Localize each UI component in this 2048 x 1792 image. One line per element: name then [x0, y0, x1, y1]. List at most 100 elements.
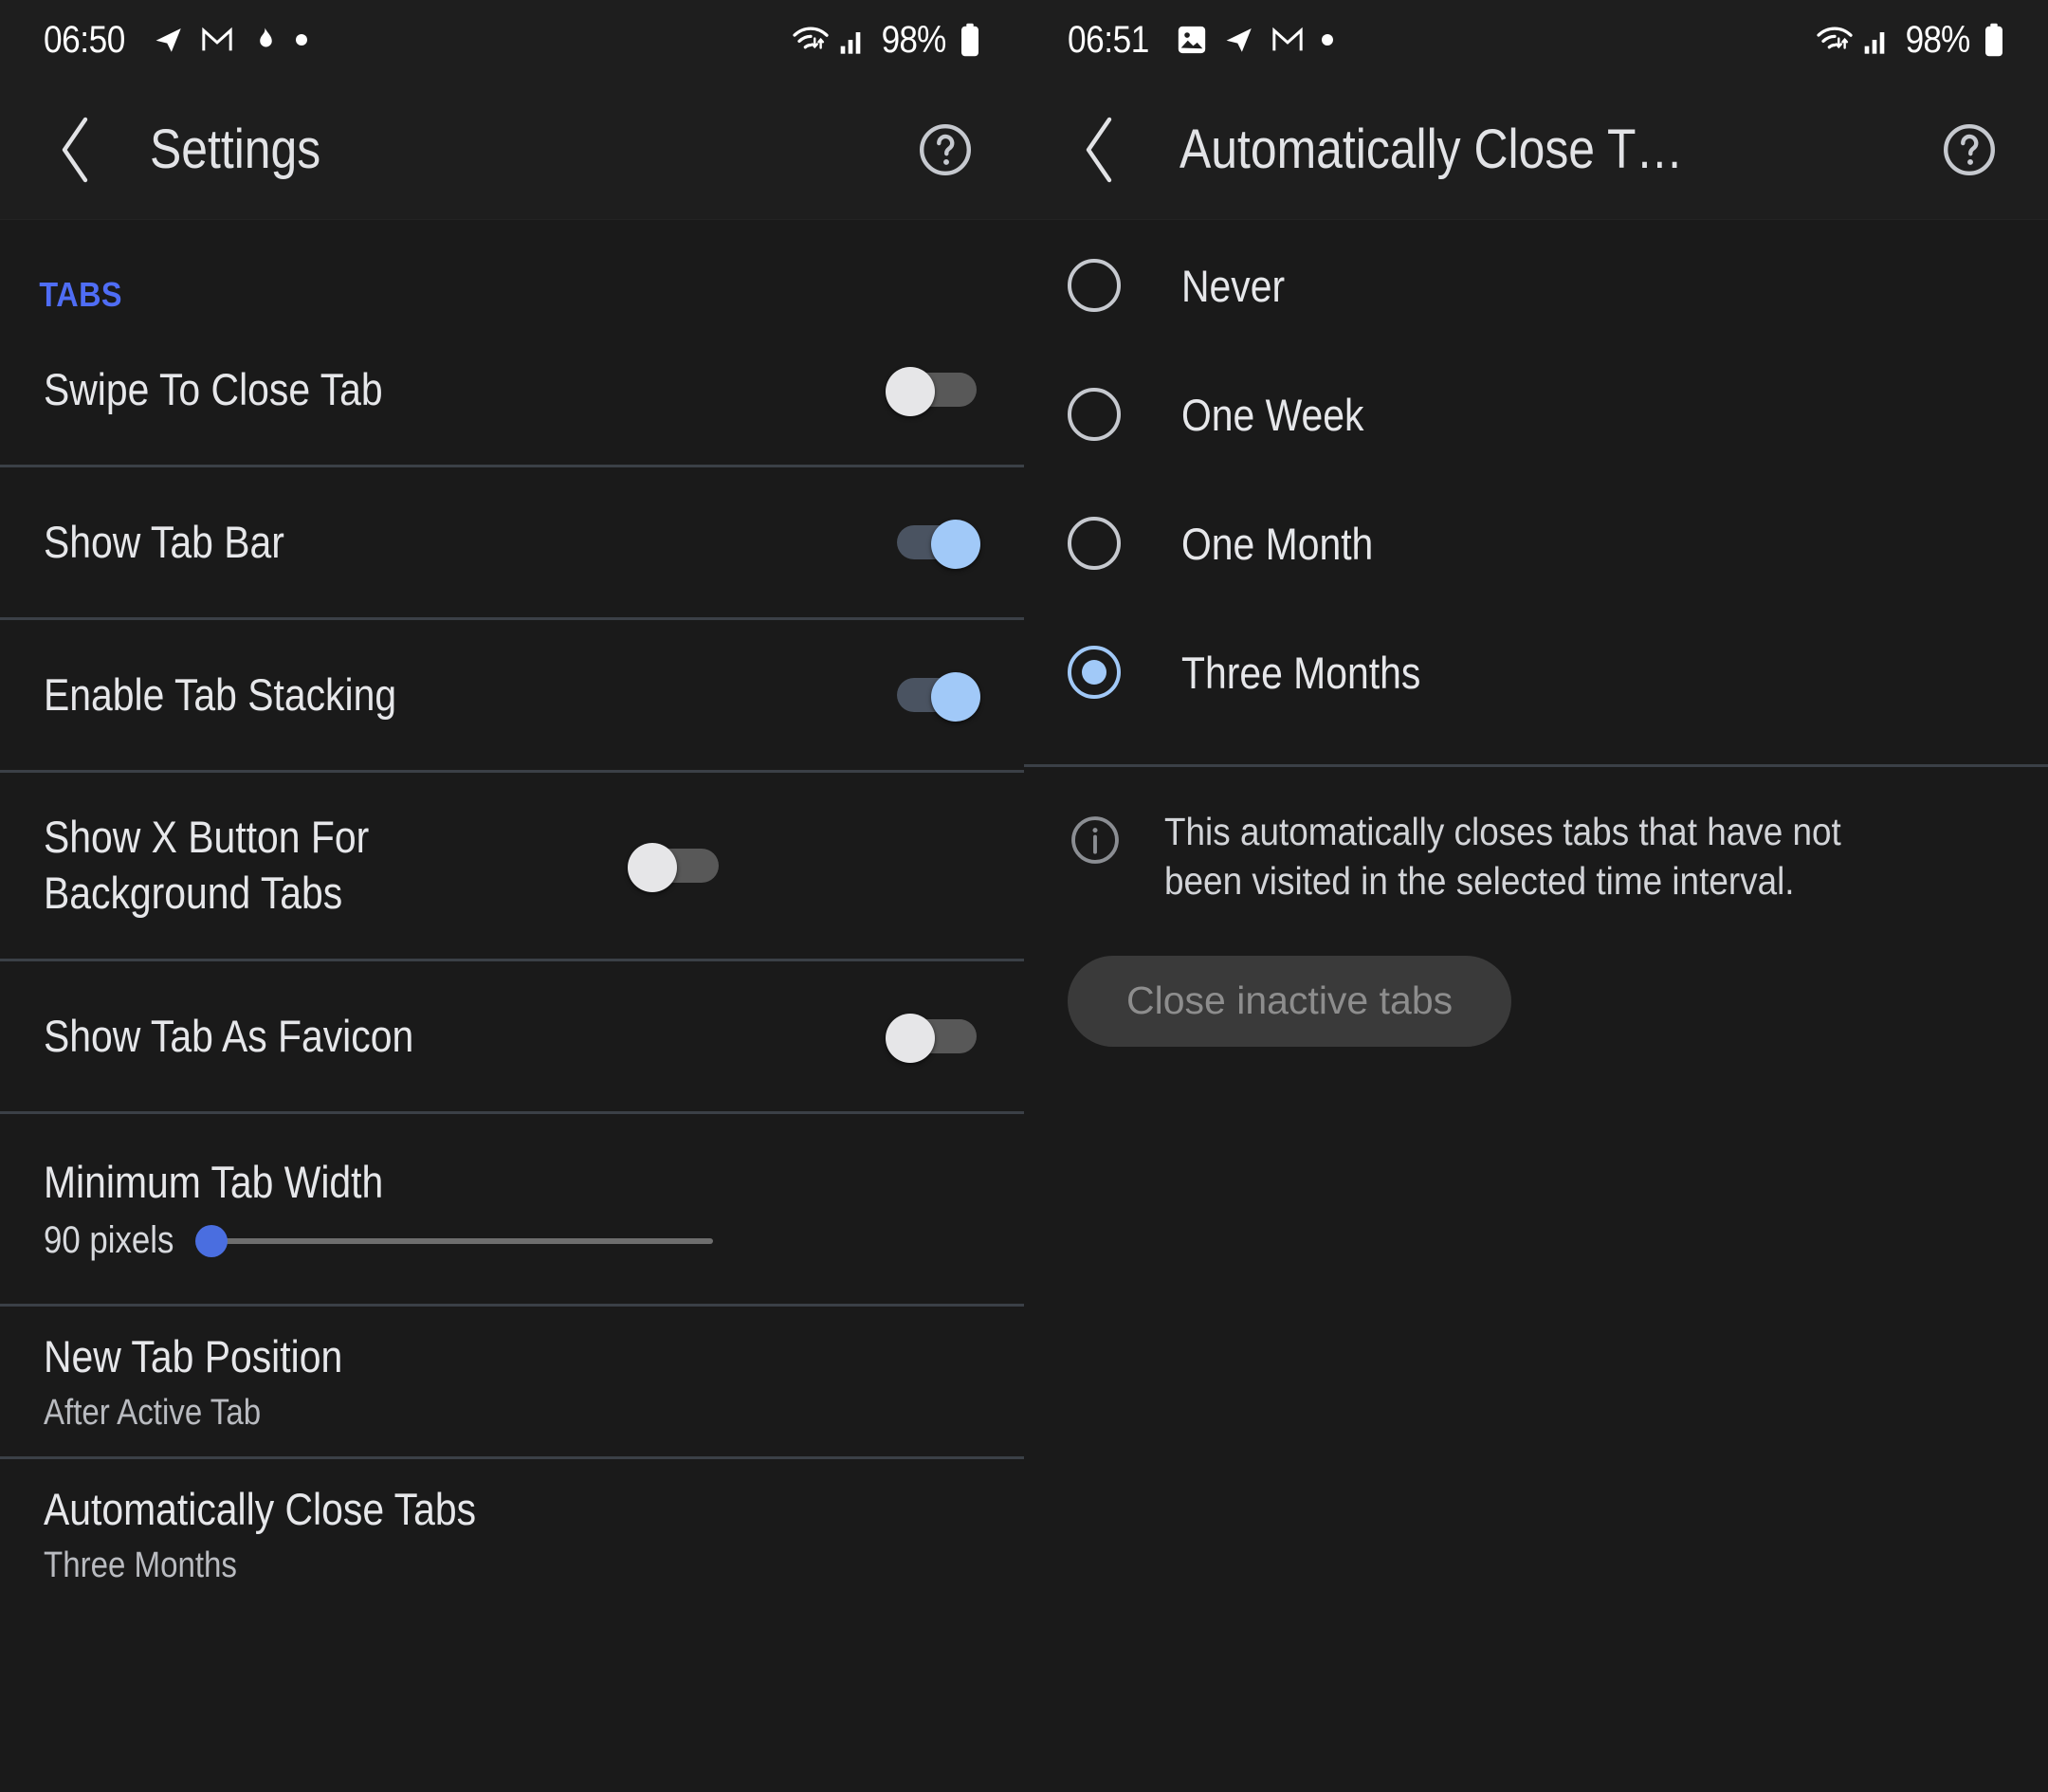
radio-button[interactable]	[1068, 259, 1121, 312]
setting-labels: Automatically Close Tabs Three Months	[44, 1482, 980, 1586]
battery-icon	[1984, 23, 2004, 57]
automatically-close-tabs-screen: 06:51 98% Automatically Close T… Never O…	[1024, 0, 2048, 1792]
page-title: Settings	[150, 119, 321, 180]
radio-option-never[interactable]: Never	[1024, 239, 2048, 332]
toggle-show-tab-as-favicon[interactable]	[886, 1014, 980, 1063]
help-circle-icon	[920, 123, 971, 175]
dual-screenshot-container: 06:50 98% Settings TABS Swipe To Close T…	[0, 0, 2048, 1792]
setting-row-swipe-to-close-tab[interactable]: Swipe To Close Tab	[0, 315, 1024, 465]
info-circle-icon	[1068, 813, 1123, 868]
radio-label: One Month	[1181, 518, 1374, 569]
minimum-tab-width-slider[interactable]	[194, 1222, 980, 1260]
wifi-icon	[1816, 24, 1854, 56]
telegram-icon	[153, 24, 185, 56]
app-bar-left: Settings	[0, 80, 1024, 220]
setting-title: Show Tab Bar	[44, 516, 284, 567]
setting-title: Swipe To Close Tab	[44, 363, 383, 414]
setting-labels: Show Tab Bar	[44, 515, 889, 571]
section-header-tabs: TABS	[39, 275, 122, 314]
row-gap	[1024, 590, 2048, 626]
setting-title: Show Tab As Favicon	[44, 1010, 414, 1061]
setting-row-new-tab-position[interactable]: New Tab Position After Active Tab	[0, 1307, 1024, 1456]
help-button[interactable]	[905, 109, 986, 191]
slider-thumb[interactable]	[194, 1224, 228, 1257]
radio-option-one-month[interactable]: One Month	[1024, 497, 2048, 590]
radio-label: Three Months	[1181, 647, 1421, 698]
radio-button[interactable]	[1068, 388, 1121, 441]
action-button-container: Close inactive tabs	[1024, 906, 2048, 1047]
setting-title: Minimum Tab Width	[44, 1157, 384, 1207]
battery-percent: 98%	[881, 18, 947, 61]
gmail-icon	[201, 24, 233, 56]
status-clock: 06:50	[44, 18, 125, 61]
signal-icon	[1863, 25, 1892, 55]
setting-labels: Enable Tab Stacking	[44, 667, 889, 723]
toggle-thumb	[931, 672, 980, 722]
back-button[interactable]	[38, 112, 114, 188]
row-gap	[1024, 461, 2048, 497]
status-bar-right-group: 98%	[1816, 19, 2004, 62]
settings-screen: 06:50 98% Settings TABS Swipe To Close T…	[0, 0, 1024, 1792]
page-title: Automatically Close T…	[1179, 119, 1684, 180]
status-bar-right: 06:51 98%	[1024, 0, 2048, 80]
setting-title: Enable Tab Stacking	[44, 668, 397, 720]
setting-labels: Swipe To Close Tab	[44, 362, 889, 418]
status-bar-left-group: 06:50	[44, 19, 792, 62]
toggle-show-x-button-for-background-tabs[interactable]	[628, 843, 722, 892]
setting-title: Show X Button For Background Tabs	[44, 812, 370, 918]
setting-row-minimum-tab-width[interactable]: Minimum Tab Width 90 pixels	[0, 1114, 1024, 1304]
radio-option-three-months[interactable]: Three Months	[1024, 626, 2048, 719]
list-top-spacer	[1024, 220, 2048, 239]
photo-icon	[1177, 24, 1207, 56]
setting-subtitle: Three Months	[44, 1545, 237, 1585]
slider-track	[200, 1237, 713, 1244]
close-inactive-tabs-button[interactable]: Close inactive tabs	[1068, 955, 1512, 1047]
telegram-icon	[1223, 24, 1255, 56]
flame-icon	[249, 24, 278, 56]
row-gap	[1024, 332, 2048, 368]
toggle-thumb	[886, 367, 935, 416]
battery-percent: 98%	[1905, 18, 1971, 61]
setting-row-automatically-close-tabs[interactable]: Automatically Close Tabs Three Months	[0, 1459, 1024, 1609]
dot-icon	[294, 32, 309, 47]
toggle-thumb	[931, 520, 980, 569]
radio-button[interactable]	[1068, 517, 1121, 570]
setting-labels: Show X Button For Background Tabs	[44, 810, 631, 922]
setting-subtitle: After Active Tab	[44, 1392, 262, 1433]
radio-option-one-week[interactable]: One Week	[1024, 368, 2048, 461]
setting-row-show-tab-as-favicon[interactable]: Show Tab As Favicon	[0, 961, 1024, 1111]
setting-row-enable-tab-stacking[interactable]: Enable Tab Stacking	[0, 620, 1024, 770]
radio-button-selected[interactable]	[1068, 646, 1121, 699]
info-text: This automatically closes tabs that have…	[1164, 810, 1841, 904]
wifi-icon	[792, 24, 830, 56]
toggle-enable-tab-stacking[interactable]	[889, 672, 980, 722]
setting-title: New Tab Position	[44, 1331, 343, 1382]
radio-label: One Week	[1181, 389, 1364, 440]
setting-labels: New Tab Position After Active Tab	[44, 1329, 980, 1434]
info-note: This automatically closes tabs that have…	[1024, 767, 2048, 906]
help-circle-icon	[1944, 123, 1995, 175]
back-button[interactable]	[1062, 112, 1138, 188]
status-clock: 06:51	[1068, 18, 1149, 61]
status-bar-left-group: 06:51	[1068, 19, 1816, 62]
status-bar-right-group: 98%	[792, 19, 980, 62]
app-bar-right: Automatically Close T…	[1024, 80, 2048, 220]
status-bar-left: 06:50 98%	[0, 0, 1024, 80]
setting-labels: Show Tab As Favicon	[44, 1009, 889, 1065]
setting-row-show-tab-bar[interactable]: Show Tab Bar	[0, 467, 1024, 617]
chevron-left-icon	[1086, 117, 1112, 182]
help-button[interactable]	[1929, 109, 2010, 191]
setting-row-show-x-button-for-background-tabs[interactable]: Show X Button For Background Tabs	[0, 773, 1024, 959]
setting-title: Automatically Close Tabs	[44, 1484, 477, 1535]
slider-line: 90 pixels	[44, 1219, 980, 1262]
battery-icon	[960, 23, 980, 57]
toggle-show-tab-bar[interactable]	[889, 520, 980, 569]
toggle-thumb	[886, 1014, 935, 1063]
radio-label: Never	[1181, 260, 1286, 311]
gmail-icon	[1271, 24, 1304, 56]
chevron-left-icon	[62, 117, 88, 182]
toggle-swipe-to-close-tab[interactable]	[886, 367, 980, 416]
toggle-thumb	[628, 843, 677, 892]
dot-icon	[1320, 32, 1335, 47]
slider-value-label: 90 pixels	[44, 1219, 174, 1261]
